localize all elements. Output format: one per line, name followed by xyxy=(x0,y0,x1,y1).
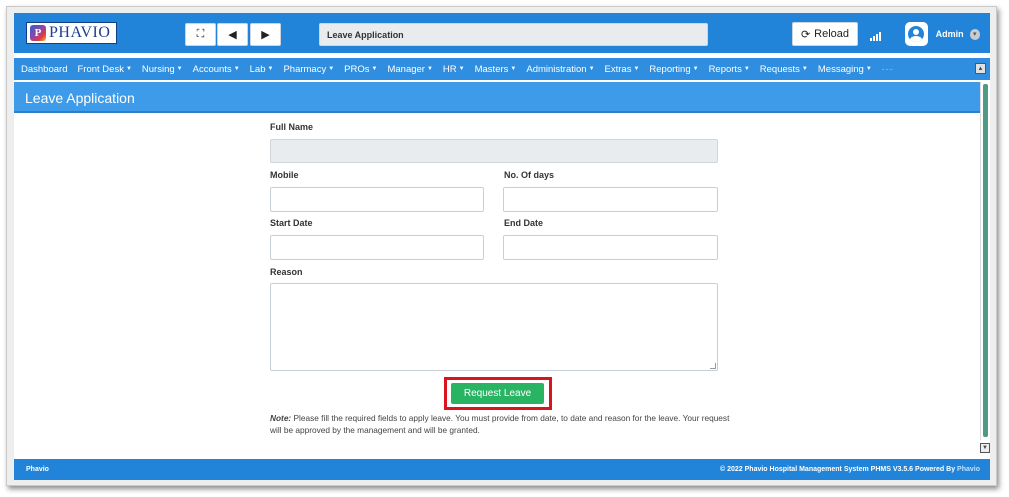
resize-handle-icon[interactable] xyxy=(710,363,716,369)
top-bar: P PHAVIO ⛶ ◀ ▶ Leave Application ⟳ Reloa… xyxy=(14,13,990,53)
mobile-label: Mobile xyxy=(270,170,299,180)
full-name-label: Full Name xyxy=(270,122,314,132)
nav-item-reporting[interactable]: Reporting ▼ xyxy=(649,64,698,75)
note-text: Please fill the required fields to apply… xyxy=(270,413,730,435)
caret-down-icon: ▼ xyxy=(865,65,872,72)
caret-down-icon: ▼ xyxy=(801,65,808,72)
main-nav: Dashboard Front Desk ▼ Nursing ▼ Accounts ▼… xyxy=(14,58,990,80)
scrollbar-thumb[interactable] xyxy=(983,84,988,437)
forward-button[interactable]: ▶ xyxy=(250,23,281,46)
caret-down-icon: ▼ xyxy=(371,65,378,72)
footer-powered-link[interactable]: Phavio xyxy=(957,466,980,473)
nav-item-pros[interactable]: PROs ▼ xyxy=(344,64,377,75)
nav-item-requests[interactable]: Requests ▼ xyxy=(760,64,808,75)
page-title: Leave Application xyxy=(14,82,980,113)
arrow-left-icon: ◀ xyxy=(228,29,237,41)
nav-item-hr[interactable]: HR ▼ xyxy=(443,64,465,75)
caret-down-icon: ▼ xyxy=(125,65,132,72)
fullscreen-button[interactable]: ⛶ xyxy=(185,23,216,46)
reason-label: Reason xyxy=(270,267,303,277)
nav-label: Masters xyxy=(474,63,509,75)
window-title-field: Leave Application xyxy=(319,23,708,46)
request-leave-button[interactable]: Request Leave xyxy=(451,383,544,404)
days-label: No. Of days xyxy=(504,170,555,180)
end-date-label: End Date xyxy=(504,218,544,228)
caret-down-icon: ▼ xyxy=(233,65,240,72)
nav-item-masters[interactable]: Masters ▼ xyxy=(475,64,517,75)
nav-label: Pharmacy xyxy=(283,63,327,75)
reload-icon: ⟳ xyxy=(800,28,811,41)
caret-down-icon: ▼ xyxy=(692,65,699,72)
full-name-field[interactable] xyxy=(270,139,718,163)
start-date-field[interactable] xyxy=(270,235,484,260)
nav-label: Lab xyxy=(249,63,266,75)
nav-item-lab[interactable]: Lab ▼ xyxy=(250,64,274,75)
footer-copyright: © 2022 Phavio Hospital Management System… xyxy=(720,466,980,473)
arrow-right-icon: ▶ xyxy=(261,29,270,41)
user-menu[interactable]: Admin ▾ xyxy=(905,20,980,48)
nav-label: Dashboard xyxy=(21,63,68,75)
caret-down-icon: ▼ xyxy=(176,65,183,72)
vertical-scrollbar[interactable] xyxy=(980,82,990,440)
nav-label: Messaging xyxy=(817,63,864,75)
chevron-down-icon: ▾ xyxy=(969,28,980,40)
reload-button[interactable]: ⟳ Reload xyxy=(792,22,858,46)
expand-icon: ⛶ xyxy=(196,28,205,40)
footer: Phavio © 2022 Phavio Hospital Management… xyxy=(14,459,990,480)
caret-down-icon: ▼ xyxy=(743,65,750,72)
nav-label: Reports xyxy=(708,63,742,75)
user-avatar-icon xyxy=(905,22,928,46)
logo-mark-icon: P xyxy=(30,25,46,41)
scroll-down-icon[interactable]: ▼ xyxy=(980,443,990,453)
screenshot-frame: P PHAVIO ⛶ ◀ ▶ Leave Application ⟳ Reloa… xyxy=(6,6,997,486)
nav-item-messaging[interactable]: Messaging ▼ xyxy=(818,64,872,75)
nav-item-front-desk[interactable]: Front Desk ▼ xyxy=(77,64,131,75)
nav-item-reports[interactable]: Reports ▼ xyxy=(709,64,750,75)
highlight-box: Request Leave xyxy=(444,377,552,410)
footer-copyright-text: © 2022 Phavio Hospital Management System… xyxy=(720,466,958,473)
days-field[interactable] xyxy=(503,187,718,212)
note-prefix: Note: xyxy=(270,413,292,423)
footer-brand: Phavio xyxy=(26,466,49,473)
mobile-field[interactable] xyxy=(270,187,484,212)
nav-label: Administration xyxy=(526,63,587,75)
back-button[interactable]: ◀ xyxy=(217,23,248,46)
nav-label: Extras xyxy=(604,63,632,75)
nav-label: Nursing xyxy=(141,63,175,75)
nav-item-dashboard[interactable]: Dashboard xyxy=(21,64,67,75)
caret-down-icon: ▼ xyxy=(588,65,595,72)
end-date-field[interactable] xyxy=(503,235,718,260)
caret-down-icon: ▼ xyxy=(458,65,465,72)
logo-text: PHAVIO xyxy=(49,24,111,41)
nav-overflow-icon[interactable]: --- xyxy=(882,64,894,74)
nav-item-nursing[interactable]: Nursing ▼ xyxy=(142,64,183,75)
caret-down-icon: ▼ xyxy=(510,65,517,72)
start-date-label: Start Date xyxy=(270,218,313,228)
caret-down-icon: ▼ xyxy=(633,65,640,72)
nav-item-manager[interactable]: Manager ▼ xyxy=(387,64,432,75)
scroll-up-icon[interactable]: ▲ xyxy=(975,63,986,74)
nav-label: PROs xyxy=(344,63,370,75)
nav-label: Requests xyxy=(759,63,800,75)
user-name: Admin xyxy=(935,29,964,39)
brand-logo[interactable]: P PHAVIO xyxy=(26,22,117,44)
caret-down-icon: ▼ xyxy=(328,65,335,72)
signal-icon xyxy=(870,31,882,41)
nav-item-extras[interactable]: Extras ▼ xyxy=(605,64,640,75)
leave-form: Full Name Mobile No. Of days Start Date … xyxy=(270,113,730,443)
nav-label: Accounts xyxy=(192,63,232,75)
reload-label: Reload xyxy=(814,28,850,40)
nav-label: HR xyxy=(442,63,457,75)
nav-label: Manager xyxy=(387,63,425,75)
nav-label: Front Desk xyxy=(77,63,124,75)
nav-item-accounts[interactable]: Accounts ▼ xyxy=(193,64,240,75)
caret-down-icon: ▼ xyxy=(426,65,433,72)
app-window: P PHAVIO ⛶ ◀ ▶ Leave Application ⟳ Reloa… xyxy=(14,13,990,480)
nav-item-pharmacy[interactable]: Pharmacy ▼ xyxy=(283,64,334,75)
nav-item-administration[interactable]: Administration ▼ xyxy=(526,64,594,75)
reason-textarea[interactable] xyxy=(270,283,718,371)
nav-label: Reporting xyxy=(649,63,691,75)
caret-down-icon: ▼ xyxy=(267,65,274,72)
form-note: Note: Please fill the required fields to… xyxy=(270,412,730,436)
